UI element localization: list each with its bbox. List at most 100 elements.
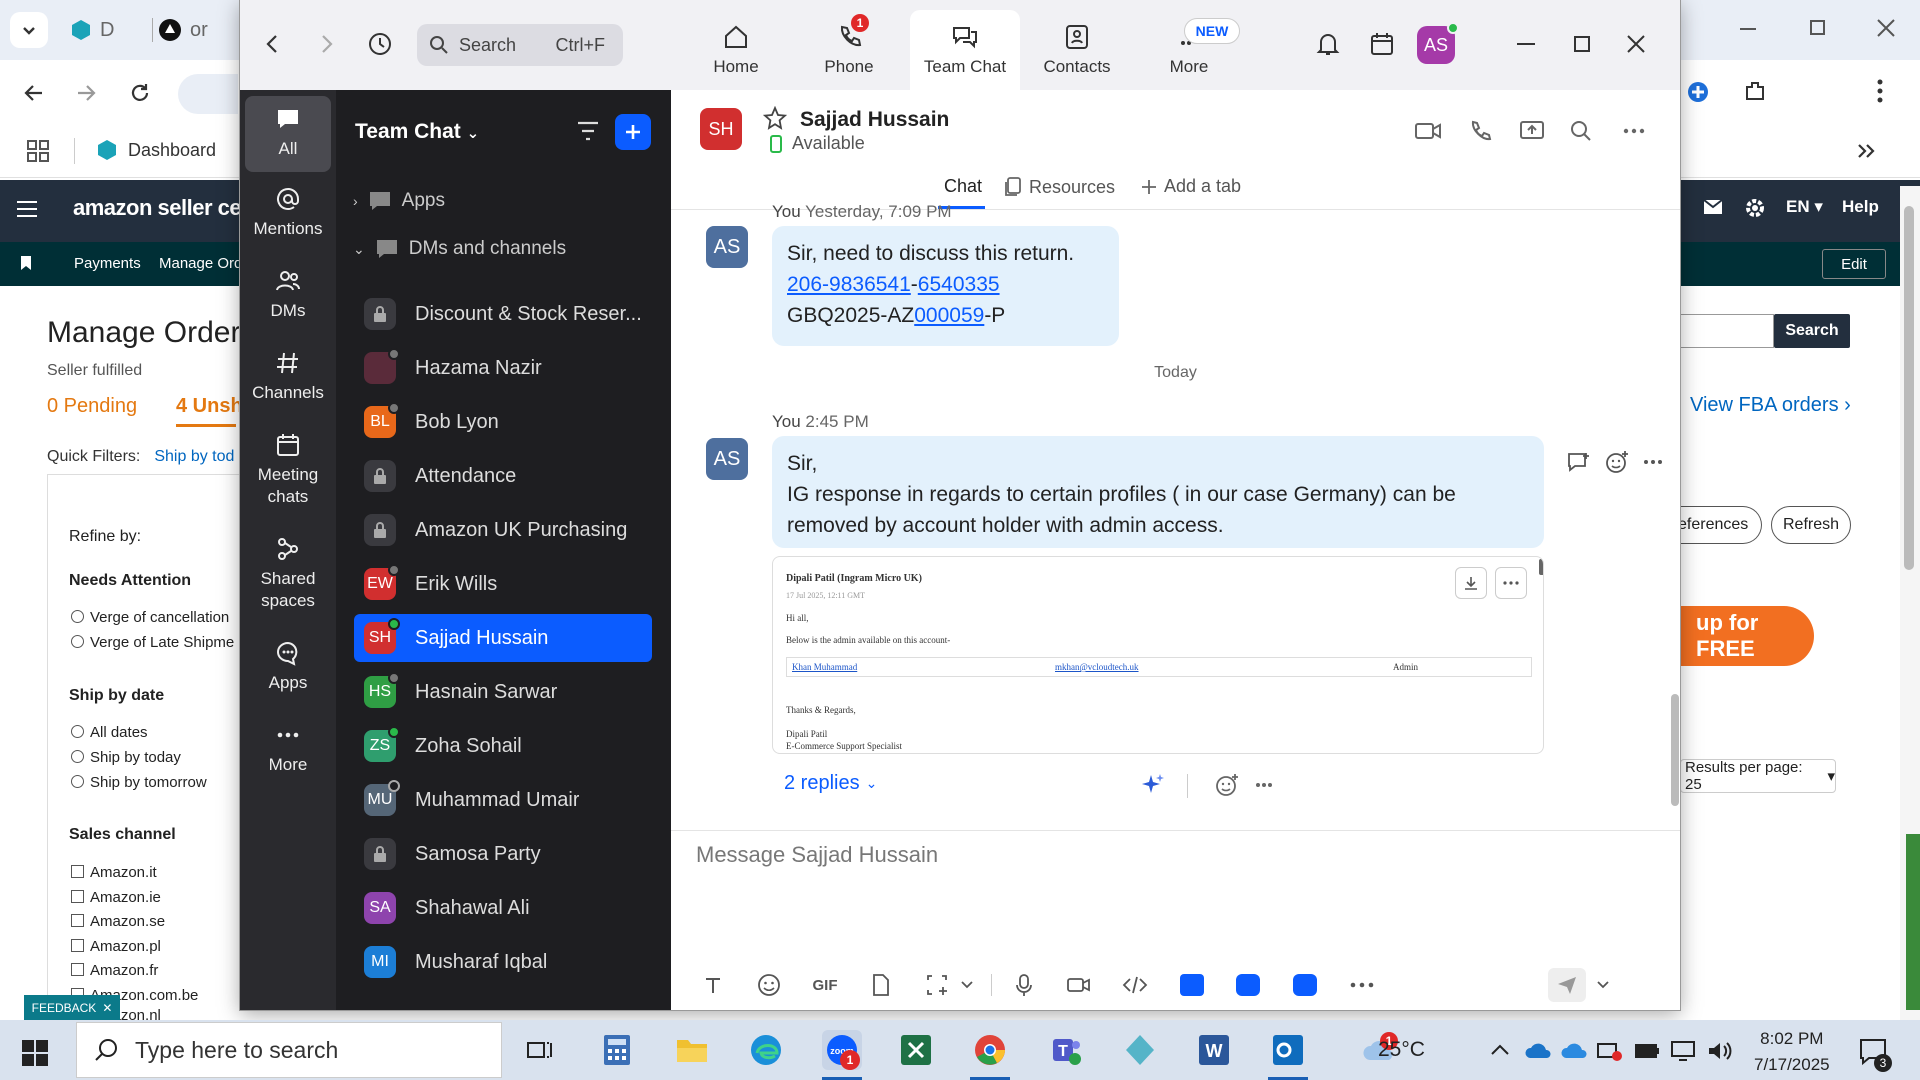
search-chat-button[interactable] (1564, 114, 1598, 148)
display-icon[interactable] (1670, 1040, 1696, 1062)
settings-gear-icon[interactable] (1744, 197, 1766, 219)
nav-payments[interactable]: Payments (74, 255, 141, 272)
ai-sparkle-icon[interactable] (1140, 772, 1166, 798)
nav-contacts[interactable]: Contacts (1022, 10, 1132, 90)
number-link[interactable]: 000059 (914, 304, 984, 327)
windows-start-icon[interactable] (22, 1040, 48, 1066)
reload-button[interactable] (120, 73, 160, 113)
maximize-button[interactable] (1562, 24, 1602, 64)
screenshot-options-button[interactable] (950, 968, 984, 1002)
history-button[interactable] (360, 24, 400, 64)
close-button[interactable] (1616, 24, 1656, 64)
page-scrollbar-thumb[interactable] (1904, 206, 1914, 570)
restore-icon[interactable] (1810, 20, 1825, 35)
file-explorer-app[interactable] (672, 1030, 712, 1070)
address-bar[interactable] (178, 74, 238, 114)
conversation-item[interactable]: Samosa Party (354, 830, 652, 878)
filter-ship-by-today[interactable]: Ship by tod (154, 448, 234, 465)
puzzle-icon[interactable] (1742, 78, 1768, 104)
task-view-button[interactable] (520, 1030, 560, 1070)
taskbar-search[interactable]: Type here to search (76, 1022, 502, 1078)
nav-phone[interactable]: Phone (794, 10, 904, 90)
conversation-item[interactable]: Amazon UK Purchasing (354, 506, 652, 554)
voice-message-button[interactable] (1007, 968, 1041, 1002)
chevron-up-icon[interactable] (1490, 1044, 1510, 1056)
chevrons-right-icon[interactable] (1856, 142, 1876, 160)
onedrive-personal-icon[interactable] (1560, 1040, 1588, 1060)
chat-scrollbar-thumb[interactable] (1671, 694, 1679, 806)
section-dms-channels[interactable]: ⌄ DMs and channels (353, 238, 566, 260)
message-bubble[interactable]: Sir, need to discuss this return. 206-98… (772, 226, 1119, 346)
chat-more-button[interactable] (1617, 114, 1651, 148)
conversation-item[interactable]: MI Musharaf Iqbal (354, 938, 652, 986)
weather-temperature[interactable]: 25°C (1378, 1038, 1425, 1062)
video-message-button[interactable] (1062, 968, 1096, 1002)
notifications-button[interactable] (1308, 24, 1348, 64)
app-button-1[interactable] (1175, 968, 1209, 1002)
excel-app[interactable] (896, 1030, 936, 1070)
tab-resources[interactable]: Resources (1003, 176, 1115, 198)
send-options-button[interactable] (1586, 968, 1620, 1002)
nav-home[interactable]: Home (681, 10, 791, 90)
filter-option[interactable]: Amazon.pl (71, 938, 161, 955)
clock[interactable]: 8:02 PM 7/17/2025 (1754, 1026, 1830, 1078)
rail-all[interactable]: All (245, 96, 331, 172)
filter-option[interactable]: Amazon.it (71, 864, 157, 881)
conversation-item[interactable]: Attendance (354, 452, 652, 500)
zoom-search-input[interactable]: Search Ctrl+F (417, 24, 623, 66)
app-button-3[interactable] (1288, 968, 1322, 1002)
add-tab-button[interactable]: Add a tab (1140, 176, 1241, 197)
conversation-item[interactable]: BL Bob Lyon (354, 398, 652, 446)
filter-option[interactable]: Verge of cancellation (71, 609, 229, 626)
rail-dms[interactable]: DMs (245, 268, 331, 322)
rail-mentions[interactable]: Mentions (245, 186, 331, 240)
filter-option[interactable]: Ship by tomorrow (71, 774, 207, 791)
tab-unshipped[interactable]: 4 Unsh (176, 395, 243, 418)
teams-app[interactable]: T (1046, 1030, 1086, 1070)
reply-thread-icon[interactable] (1567, 451, 1591, 473)
results-per-page-select[interactable]: Results per page: 25 ▾ (1680, 759, 1836, 793)
rail-apps[interactable]: Apps (245, 640, 331, 694)
kebab-menu-icon[interactable] (1876, 78, 1884, 104)
message-avatar[interactable]: AS (706, 438, 748, 480)
message-avatar[interactable]: AS (706, 226, 748, 268)
apps-grid-icon[interactable] (27, 140, 49, 162)
conversation-item[interactable]: SA Shahawal Ali (354, 884, 652, 932)
conversation-item[interactable]: Discount & Stock Reser... (354, 290, 652, 338)
message-bubble[interactable]: Sir, IG response in regards to certain p… (772, 436, 1544, 548)
nav-team-chat[interactable]: Team Chat (910, 10, 1020, 90)
calendar-button[interactable] (1362, 24, 1402, 64)
feedback-button[interactable]: FEEDBACK ✕ (24, 995, 120, 1021)
emoji-button[interactable] (752, 968, 786, 1002)
star-icon[interactable] (763, 106, 787, 130)
back-button[interactable] (14, 73, 54, 113)
order-search-button[interactable]: Search (1774, 314, 1850, 348)
download-button[interactable] (1455, 567, 1487, 599)
battery-icon[interactable] (1634, 1042, 1660, 1060)
video-call-button[interactable] (1411, 114, 1445, 148)
onedrive-icon[interactable] (1524, 1040, 1552, 1060)
network-alert-icon[interactable] (1596, 1040, 1624, 1062)
edit-nav-button[interactable]: Edit (1822, 249, 1886, 279)
tab-pending[interactable]: 0 Pending (47, 395, 137, 418)
view-fba-orders-link[interactable]: View FBA orders › (1690, 394, 1851, 417)
filter-option[interactable]: Ship by today (71, 749, 181, 766)
more-dots-icon[interactable] (1643, 459, 1663, 465)
refresh-button[interactable]: Refresh (1771, 506, 1851, 544)
add-reaction-icon[interactable] (1214, 772, 1240, 798)
bookmark-icon[interactable] (20, 255, 32, 271)
conversation-item[interactable]: HS Hasnain Sarwar (354, 668, 652, 716)
bookmark-dashboard[interactable]: Dashboard (96, 139, 216, 161)
word-app[interactable]: W (1194, 1030, 1234, 1070)
rail-shared-spaces[interactable]: Shared spaces (245, 536, 331, 612)
rail-meeting-chats[interactable]: Meeting chats (245, 432, 331, 508)
share-screen-button[interactable] (1515, 114, 1549, 148)
tab-chat[interactable]: Chat (944, 176, 982, 197)
order-search-input[interactable] (1680, 314, 1774, 348)
contact-avatar[interactable]: SH (700, 108, 742, 150)
conversation-item[interactable]: SH Sajjad Hussain (354, 614, 652, 662)
close-icon[interactable] (1876, 18, 1896, 38)
chrome-app[interactable] (970, 1030, 1010, 1070)
app-diamond[interactable] (1120, 1030, 1160, 1070)
filter-option[interactable]: Verge of Late Shipme (71, 634, 234, 651)
